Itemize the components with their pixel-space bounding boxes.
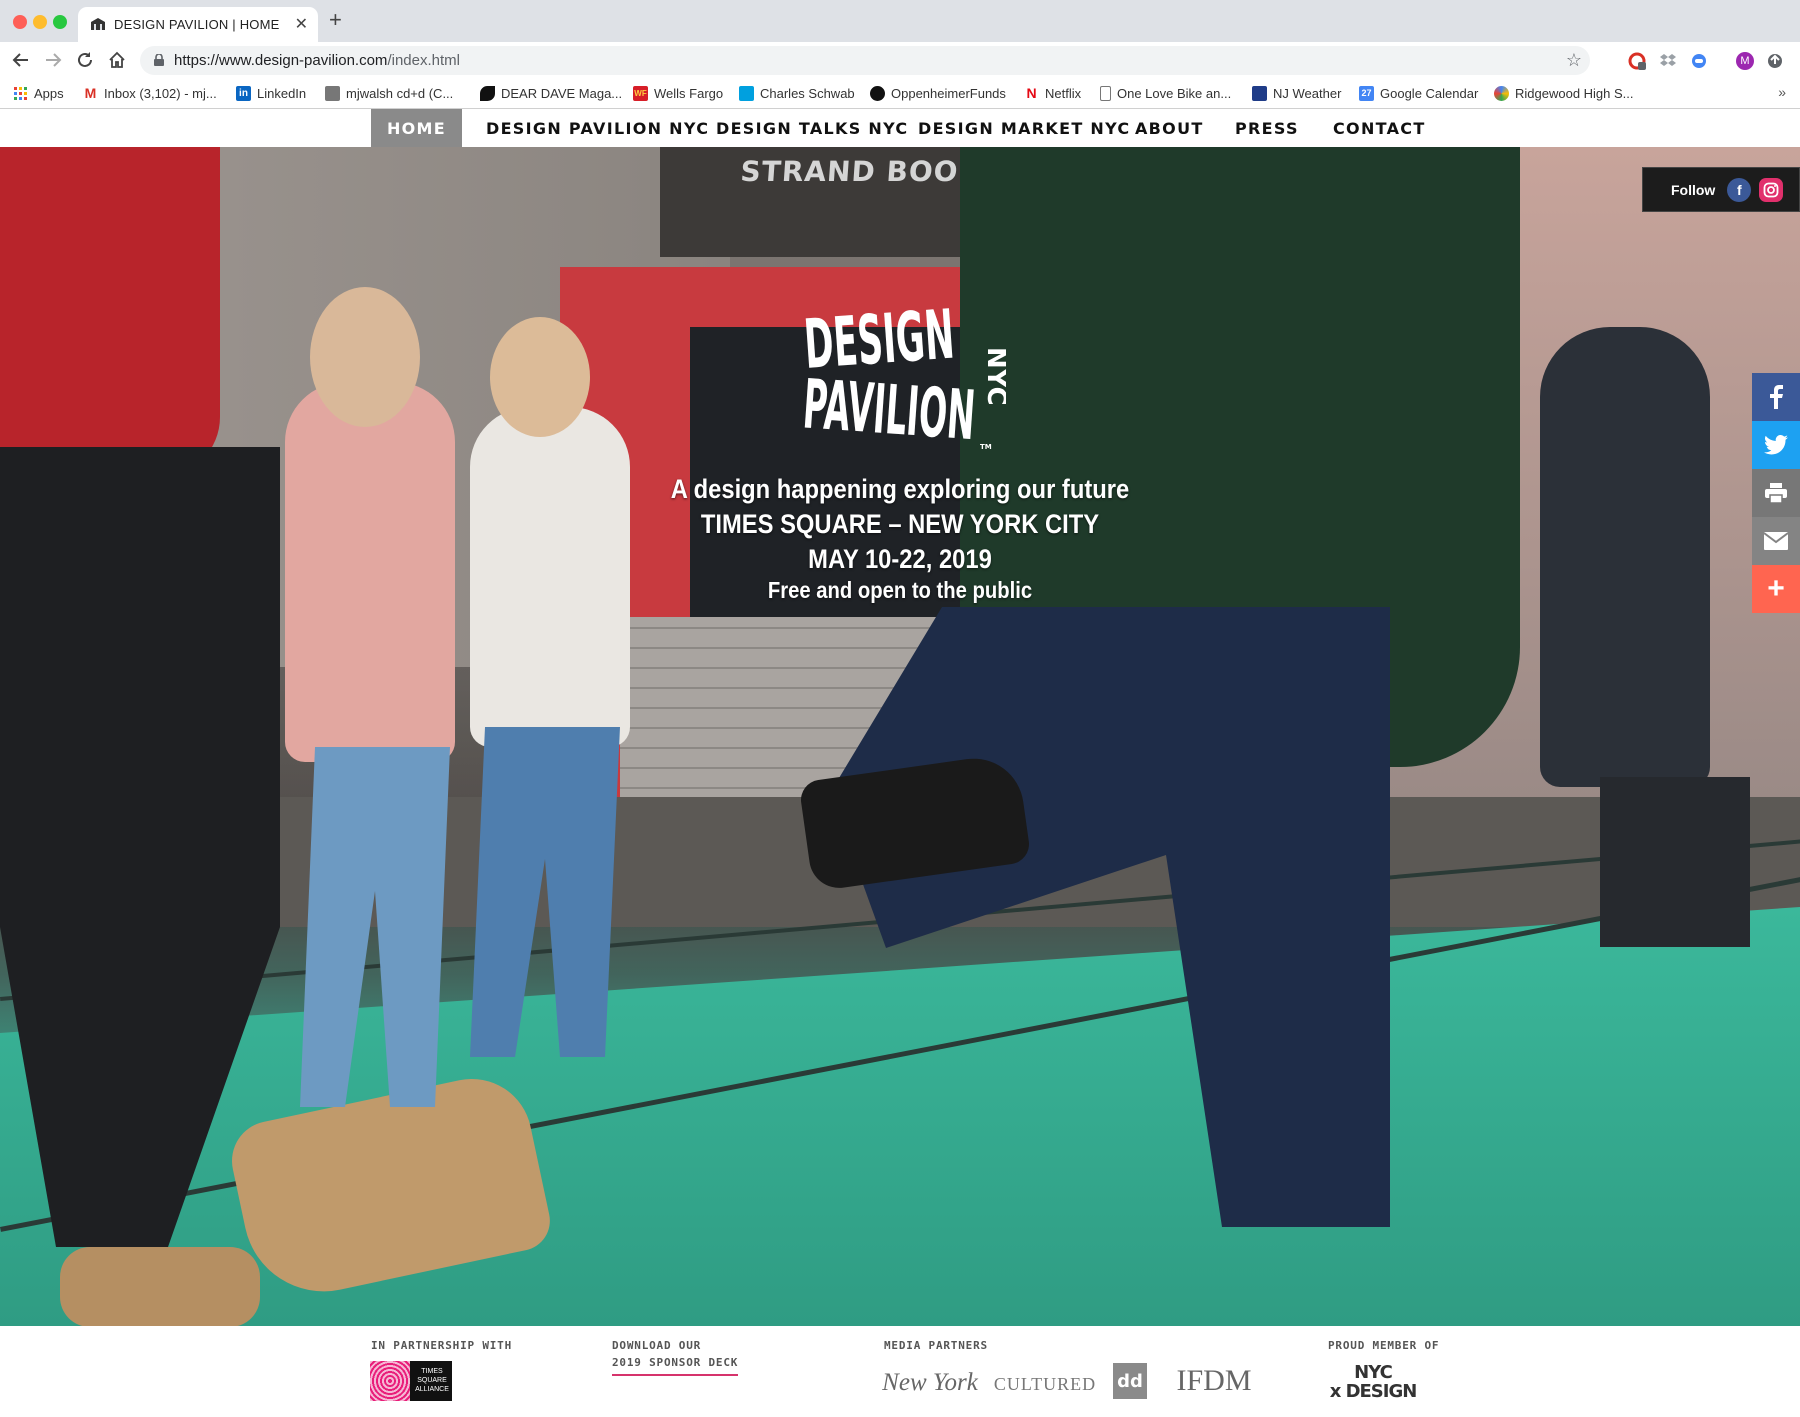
address-bar[interactable]: https://www.design-pavilion.com/index.ht… [140, 46, 1590, 75]
hero-video-background: STRAND BOOK DESIGN PAVILION NYC TM A des… [0, 147, 1800, 1326]
dancer-red-hoodie [0, 147, 220, 477]
bookmark-site-icon [325, 85, 340, 101]
profile-avatar[interactable]: M [1736, 52, 1754, 70]
bookmark-nj-weather[interactable]: NJ Weather [1252, 84, 1341, 102]
nav-press[interactable]: PRESS [1235, 109, 1299, 147]
gmail-icon: M [84, 85, 97, 101]
lock-icon [154, 54, 164, 66]
nav-contact[interactable]: CONTACT [1333, 109, 1426, 147]
maximize-window-button[interactable] [53, 15, 67, 29]
svg-text:NYC: NYC [981, 347, 1006, 406]
times-square-mark-icon [370, 1361, 410, 1401]
svg-text:TM: TM [980, 443, 992, 451]
email-icon[interactable] [1752, 517, 1800, 565]
dropbox-icon[interactable] [1659, 52, 1677, 70]
bookmark-google-calendar[interactable]: 27 Google Calendar [1359, 84, 1478, 102]
instagram-follow-icon[interactable] [1759, 177, 1784, 202]
back-arrow-icon[interactable] [9, 48, 33, 72]
home-icon[interactable] [105, 48, 129, 72]
close-tab-icon[interactable]: ✕ [295, 14, 308, 34]
dd-logo[interactable]: dd [1113, 1363, 1147, 1399]
url-text: https://www.design-pavilion.com/index.ht… [174, 52, 460, 69]
bookmark-inbox[interactable]: M Inbox (3,102) - mj... [83, 84, 217, 102]
bookmark-dear-dave[interactable]: DEAR DAVE Maga... [480, 84, 622, 102]
tab-title: DESIGN PAVILION | HOME [114, 17, 280, 32]
ifdm-logo[interactable]: IFDM [1175, 1364, 1253, 1398]
browser-tab-bar: DESIGN PAVILION | HOME ✕ + [0, 0, 1800, 42]
extension-red-icon[interactable] [1628, 52, 1646, 70]
nav-design-pavilion-nyc[interactable]: DESIGN PAVILION NYC [486, 109, 709, 147]
school-icon [1494, 85, 1509, 101]
linkedin-icon: in [236, 85, 251, 101]
more-share-icon[interactable]: + [1752, 565, 1800, 613]
calendar-icon: 27 [1359, 85, 1374, 101]
nav-about[interactable]: ABOUT [1135, 109, 1204, 147]
site-nav: HOME DESIGN PAVILION NYC DESIGN TALKS NY… [0, 109, 1800, 147]
page-icon [1100, 85, 1111, 101]
follow-widget[interactable]: Follow f [1642, 167, 1800, 212]
share-facebook-icon[interactable] [1752, 373, 1800, 421]
bookmark-apps[interactable]: Apps [13, 84, 64, 102]
bookmark-oppenheimer[interactable]: OppenheimerFunds [870, 84, 1006, 102]
nav-design-market-nyc[interactable]: DESIGN MARKET NYC [918, 109, 1130, 147]
new-tab-icon[interactable]: + [329, 9, 342, 31]
facebook-follow-icon[interactable]: f [1727, 177, 1752, 202]
bookmark-mjwalsh[interactable]: mjwalsh cd+d (C... [325, 84, 453, 102]
leaf-icon [480, 85, 495, 101]
tan-boot-2 [60, 1247, 260, 1326]
forward-arrow-icon[interactable] [41, 48, 65, 72]
apps-grid-icon [13, 86, 28, 101]
browser-toolbar: https://www.design-pavilion.com/index.ht… [0, 42, 1800, 78]
minimize-window-button[interactable] [33, 15, 47, 29]
close-window-button[interactable] [13, 15, 27, 29]
update-arrow-icon[interactable] [1766, 52, 1784, 70]
bookmarks-bar: Apps M Inbox (3,102) - mj... in LinkedIn… [0, 78, 1800, 109]
chat-extension-icon[interactable] [1690, 52, 1708, 70]
hero-location: TIMES SQUARE – NEW YORK CITY [700, 509, 1100, 539]
woman-pink-head [310, 287, 420, 427]
partners-footer: IN PARTNERSHIP WITH TIMES SQUARE ALLIANC… [0, 1326, 1800, 1417]
partnership-label: IN PARTNERSHIP WITH [371, 1339, 513, 1352]
design-pavilion-logo: DESIGN PAVILION NYC TM [801, 296, 1006, 452]
bookmark-ridgewood[interactable]: Ridgewood High S... [1494, 84, 1634, 102]
bookmark-star-icon[interactable]: ☆ [1566, 50, 1582, 71]
share-twitter-icon[interactable] [1752, 421, 1800, 469]
hero-admission: Free and open to the public [767, 577, 1033, 603]
more-bookmarks-icon[interactable]: » [1778, 84, 1786, 100]
bookmark-wells-fargo[interactable]: WF Wells Fargo [633, 84, 723, 102]
svg-text:PAVILION: PAVILION [801, 365, 978, 452]
print-icon[interactable] [1752, 469, 1800, 517]
bookmark-charles-schwab[interactable]: Charles Schwab [739, 84, 855, 102]
oppenheimer-icon [870, 85, 885, 101]
nyc-x-design-logo[interactable]: NYC x DESIGN [1328, 1360, 1418, 1404]
sponsor-deck-link[interactable]: DOWNLOAD OUR 2019 SPONSOR DECK [612, 1337, 739, 1376]
bookmark-one-love[interactable]: One Love Bike an... [1100, 84, 1231, 102]
nav-home[interactable]: HOME [371, 109, 462, 147]
woman-white-head [490, 317, 590, 437]
times-square-alliance-logo[interactable]: TIMES SQUARE ALLIANCE [370, 1361, 452, 1401]
schwab-icon [739, 85, 754, 101]
new-york-magazine-logo[interactable]: New York [876, 1368, 984, 1398]
wells-fargo-icon: WF [633, 85, 648, 101]
follow-label: Follow [1671, 181, 1716, 198]
bookmark-linkedin[interactable]: in LinkedIn [236, 84, 306, 102]
media-partners-label: MEDIA PARTNERS [884, 1339, 988, 1352]
hero-tagline: A design happening exploring our future [670, 474, 1130, 504]
bystander-right-legs [1600, 777, 1750, 947]
weather-icon [1252, 85, 1267, 101]
netflix-icon: N [1026, 85, 1037, 101]
bookmark-netflix[interactable]: N Netflix [1024, 84, 1081, 102]
reload-icon[interactable] [73, 48, 97, 72]
browser-tab[interactable]: DESIGN PAVILION | HOME ✕ [78, 7, 318, 42]
pavilion-favicon-icon [91, 18, 105, 30]
cultured-logo[interactable]: CULTURED [994, 1372, 1095, 1396]
hero-dates: MAY 10-22, 2019 [808, 544, 992, 574]
proud-member-label: PROUD MEMBER OF [1328, 1339, 1440, 1352]
nav-design-talks-nyc[interactable]: DESIGN TALKS NYC [716, 109, 908, 147]
